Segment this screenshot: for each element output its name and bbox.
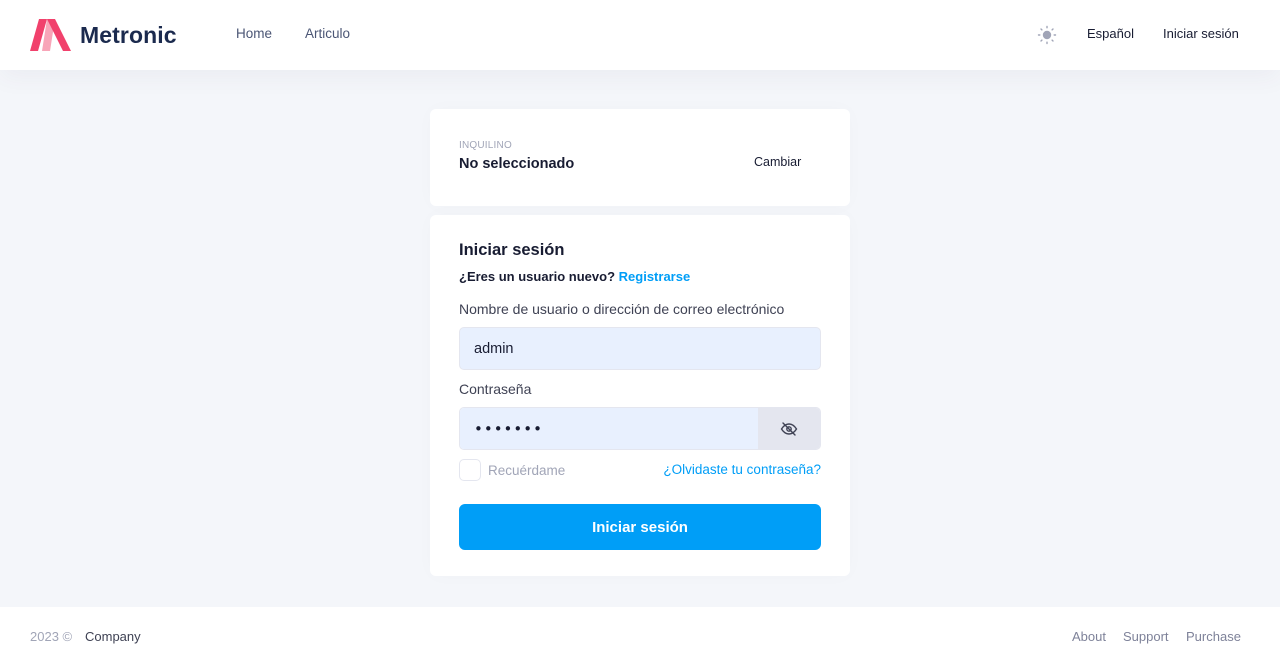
footer-support-link[interactable]: Support [1123,629,1169,644]
login-title: Iniciar sesión [459,241,565,259]
remember-me-label: Recuérdame [488,462,566,478]
footer: 2023 © Company About Support Purchase [0,607,1280,667]
nav-home[interactable]: Home [236,26,272,41]
footer-purchase-link[interactable]: Purchase [1186,629,1241,644]
eye-off-icon [780,421,798,436]
top-header: Metronic Home Articulo Español Iniciar s… [0,0,1280,70]
new-user-prompt: ¿Eres un usuario nuevo? Registrarse [459,269,690,284]
metronic-logo-icon [30,19,71,51]
brand-logo[interactable]: Metronic [30,19,177,51]
toggle-password-visibility-button[interactable] [758,408,820,449]
remember-me-checkbox[interactable] [459,459,481,481]
sun-icon [1037,25,1057,45]
footer-about-link[interactable]: About [1072,629,1106,644]
change-tenant-button[interactable]: Cambiar [754,155,801,169]
footer-company-link[interactable]: Company [85,629,141,644]
username-input[interactable] [459,327,821,370]
username-label: Nombre de usuario o dirección de correo … [459,301,785,317]
header-login-link[interactable]: Iniciar sesión [1163,26,1239,41]
footer-copyright: 2023 © [30,629,73,644]
login-submit-button[interactable]: Iniciar sesión [459,504,821,550]
register-link[interactable]: Registrarse [619,269,691,284]
forgot-password-link[interactable]: ¿Olvidaste tu contraseña? [663,462,821,477]
tenant-label: INQUILINO [459,140,512,151]
theme-toggle-button[interactable] [1036,24,1058,46]
tenant-value: No seleccionado [459,156,575,172]
nav-articulo[interactable]: Articulo [305,26,350,41]
language-selector[interactable]: Español [1087,26,1134,41]
remember-me[interactable]: Recuérdame [459,459,565,481]
password-input[interactable] [460,408,759,449]
login-card: Iniciar sesión ¿Eres un usuario nuevo? R… [430,215,850,576]
tenant-card: INQUILINO No seleccionado Cambiar [430,109,850,206]
password-label: Contraseña [459,381,532,397]
brand-name: Metronic [80,21,177,48]
new-user-text: ¿Eres un usuario nuevo? [459,269,616,284]
password-field-group [459,407,821,450]
